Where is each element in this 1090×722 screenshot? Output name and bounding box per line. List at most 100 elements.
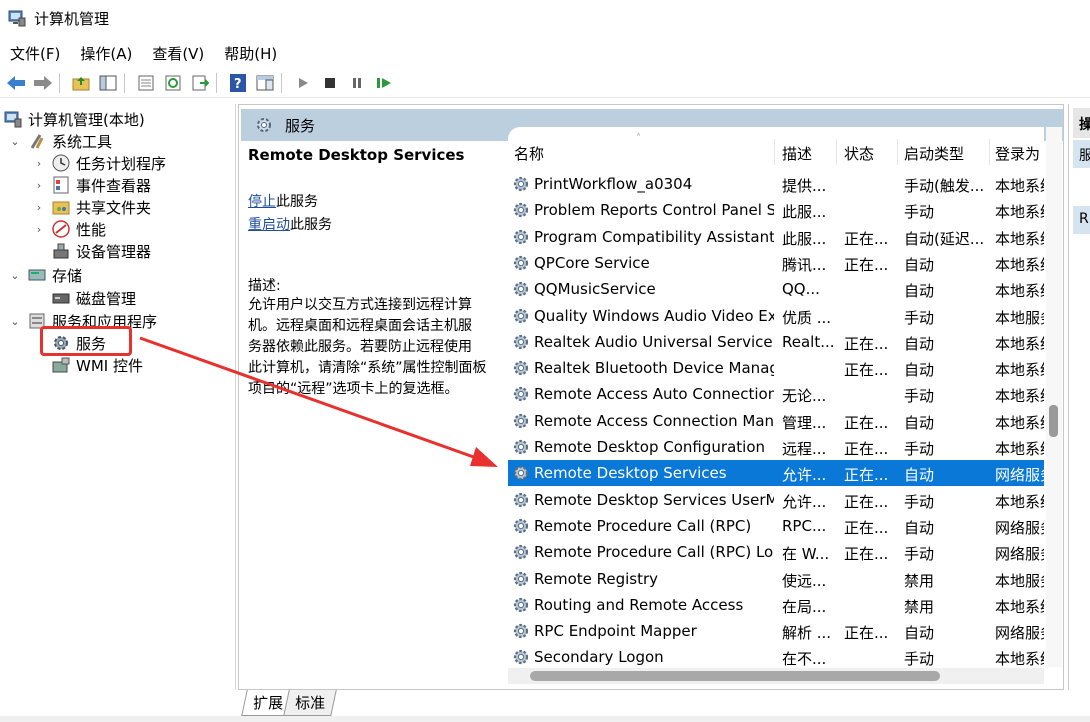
column-header-logon-as[interactable]: 登录为: [995, 143, 1040, 164]
tree-item-wmi[interactable]: WMI 控件: [52, 354, 143, 376]
gear-icon: [512, 280, 530, 298]
expanded-chevron-icon[interactable]: ⌄: [8, 269, 22, 282]
show-action-pane-icon[interactable]: [254, 72, 276, 94]
column-separator[interactable]: [897, 139, 898, 165]
service-startup-type: 自动: [904, 466, 935, 485]
refresh-icon[interactable]: [162, 72, 184, 94]
column-header-description[interactable]: 描述: [782, 143, 812, 164]
table-row[interactable]: Realtek Bluetooth Device Manag... 正在... 自动…: [508, 355, 1044, 381]
action-pane: 操 服 R: [1068, 104, 1090, 690]
service-name: Realtek Bluetooth Device Manag...: [534, 359, 774, 378]
help-icon[interactable]: ?: [227, 72, 249, 94]
table-row[interactable]: Remote Access Auto Connection... 无论... 手动 本…: [508, 381, 1044, 407]
stop-service-icon[interactable]: [319, 72, 341, 94]
service-description: 在局...: [782, 597, 827, 616]
table-row[interactable]: Remote Access Connection Man... 管理... 正在..…: [508, 408, 1044, 434]
vertical-scrollbar[interactable]: [1046, 127, 1062, 667]
table-row[interactable]: Realtek Audio Universal Service Realt... 正…: [508, 329, 1044, 355]
menu-action[interactable]: 操作(A): [70, 43, 142, 64]
gear-icon: [512, 228, 530, 246]
description-line: 机。远程桌面和远程桌面会话主机服: [248, 318, 472, 334]
table-row[interactable]: RPC Endpoint Mapper 解析 ... 正在... 自动 网络服务: [508, 618, 1044, 644]
status-bar: [0, 716, 1090, 722]
gear-icon: [512, 438, 530, 456]
menu-help[interactable]: 帮助(H): [214, 43, 287, 64]
table-row[interactable]: Quality Windows Audio Video Ex... 优质 ... 手…: [508, 303, 1044, 329]
vertical-scroll-thumb[interactable]: [1049, 405, 1058, 437]
expanded-chevron-icon[interactable]: ⌄: [8, 315, 22, 328]
service-name: Remote Desktop Configuration: [534, 438, 765, 456]
action-item-services[interactable]: 服: [1073, 140, 1090, 168]
properties-icon[interactable]: [135, 72, 157, 94]
table-row[interactable]: Secondary Logon 在不... 手动 本地系统: [508, 644, 1044, 667]
service-startup-type: 手动(触发...: [904, 177, 985, 195]
table-row[interactable]: PrintWorkflow_a0304 提供... 手动(触发... 本地系统: [508, 171, 1044, 197]
tree-item-event-viewer[interactable]: › 事件查看器: [32, 174, 151, 196]
service-logon-as: 本地系统: [995, 282, 1044, 301]
table-row[interactable]: Remote Desktop Services UserM... 允许... 正在.…: [508, 487, 1044, 513]
show-hide-tree-icon[interactable]: [97, 72, 119, 94]
back-arrow-icon[interactable]: [5, 72, 27, 94]
table-row[interactable]: Remote Procedure Call (RPC) RPC... 正在... 自动…: [508, 513, 1044, 539]
tab-standard[interactable]: 标准: [283, 690, 337, 716]
restart-service-link[interactable]: 重启动: [248, 217, 290, 233]
service-startup-type: 自动(延迟...: [904, 229, 985, 248]
column-header-startup-type[interactable]: 启动类型: [904, 143, 964, 164]
table-row[interactable]: Routing and Remote Access 在局... 禁用 本地系统: [508, 592, 1044, 618]
service-description: 优质 ...: [782, 308, 832, 327]
services-table: ˄ 名称 描述 状态 启动类型 登录为 PrintWorkflow_a0304 提…: [508, 127, 1044, 667]
tree-item-shared-folders[interactable]: › 共享文件夹: [32, 196, 151, 218]
table-row[interactable]: Problem Reports Control Panel S... 此服... 手…: [508, 197, 1044, 223]
service-description: 在 W...: [782, 545, 830, 564]
service-name: Secondary Logon: [534, 648, 664, 667]
start-service-icon[interactable]: [292, 72, 314, 94]
stop-service-line: 停止此服务: [248, 191, 504, 211]
expanded-chevron-icon[interactable]: ⌄: [8, 135, 22, 148]
service-logon-as: 本地系统: [995, 255, 1044, 274]
stop-service-link[interactable]: 停止: [248, 194, 276, 210]
action-item-remote-desktop[interactable]: R: [1073, 206, 1090, 234]
tree-item-device-manager[interactable]: 设备管理器: [52, 240, 151, 262]
table-row[interactable]: Remote Desktop Services 允许... 正在... 自动 网络服务: [508, 460, 1044, 487]
tree-label: 事件查看器: [76, 176, 152, 195]
horizontal-scroll-thumb[interactable]: [530, 671, 940, 681]
horizontal-scrollbar[interactable]: [508, 668, 1044, 684]
table-row[interactable]: Program Compatibility Assistant S... 此服..…: [508, 224, 1044, 250]
column-separator[interactable]: [774, 139, 775, 165]
menu-file[interactable]: 文件(F): [0, 43, 70, 64]
column-header-status[interactable]: 状态: [844, 143, 874, 164]
service-logon-as: 本地系统: [995, 492, 1044, 511]
export-list-icon[interactable]: [189, 72, 211, 94]
table-row[interactable]: QPCore Service 腾讯... 正在... 自动 本地系统: [508, 250, 1044, 276]
collapsed-chevron-icon[interactable]: ›: [32, 179, 46, 192]
collapsed-chevron-icon[interactable]: ›: [32, 223, 46, 236]
restart-service-icon[interactable]: [373, 72, 395, 94]
table-row[interactable]: Remote Procedure Call (RPC) Lo... 在 W... 正…: [508, 539, 1044, 565]
service-logon-as: 网络服务: [995, 624, 1044, 643]
table-row[interactable]: Remote Desktop Configuration 远程... 正在... 手动…: [508, 434, 1044, 460]
tree-item-task-scheduler[interactable]: › 任务计划程序: [32, 152, 166, 174]
column-separator[interactable]: [989, 139, 990, 165]
pause-service-icon[interactable]: [346, 72, 368, 94]
tree-item-disk-management[interactable]: 磁盘管理: [52, 287, 136, 309]
tree-item-storage[interactable]: ⌄ 存储: [8, 264, 82, 286]
menu-view[interactable]: 查看(V): [142, 43, 214, 64]
table-row[interactable]: QQMusicService QQ... 自动 本地系统: [508, 276, 1044, 302]
extended-description-pane: Remote Desktop Services 停止此服务 重启动此服务 描述:…: [248, 146, 504, 400]
column-header-name[interactable]: 名称: [514, 143, 544, 164]
tree-item-system-tools[interactable]: ⌄ 系统工具: [8, 130, 112, 152]
up-folder-icon[interactable]: [70, 72, 92, 94]
forward-arrow-icon[interactable]: [32, 72, 54, 94]
tree-label: 共享文件夹: [76, 198, 152, 217]
service-logon-as: 本地系统: [995, 413, 1044, 432]
computer-management-icon: [4, 110, 22, 128]
tree-item-root[interactable]: 计算机管理(本地): [4, 108, 145, 130]
column-separator[interactable]: [836, 139, 837, 165]
collapsed-chevron-icon[interactable]: ›: [32, 201, 46, 214]
collapsed-chevron-icon[interactable]: ›: [32, 157, 46, 170]
service-name: Realtek Audio Universal Service: [534, 332, 773, 351]
gear-icon: [512, 517, 530, 535]
stop-service-suffix: 此服务: [276, 194, 318, 210]
table-row[interactable]: Remote Registry 使远... 禁用 本地服务: [508, 566, 1044, 592]
tree-item-performance[interactable]: › 性能: [32, 218, 106, 240]
